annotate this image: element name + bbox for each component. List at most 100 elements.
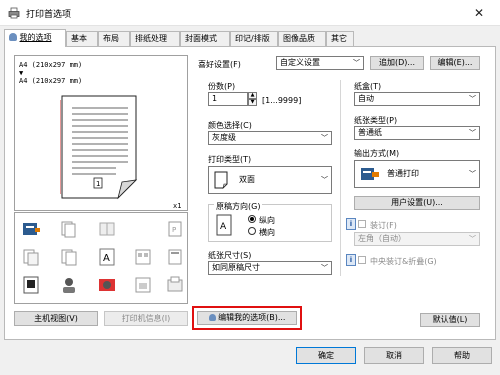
spin-down-icon[interactable]: ▼ (248, 99, 257, 106)
main-view-label: 主机视图(V) (34, 314, 78, 323)
printer-output-icon (23, 223, 40, 235)
tray-value: 自动 (358, 94, 374, 103)
tab-label: 封面模式 (185, 34, 217, 43)
paper-type-select[interactable]: 普通纸 ﹀ (354, 126, 480, 140)
portrait-radio[interactable] (248, 215, 256, 223)
chevron-down-icon: ﹀ (469, 235, 476, 243)
binding-select[interactable]: 左角（自动） ﹀ (354, 232, 480, 246)
edit-favorite-button[interactable]: 编辑(E)... (430, 56, 480, 70)
paper-size-value: 如同原稿尺寸 (212, 263, 260, 272)
edit-my-options-button[interactable]: 编辑我的选项(B)... (197, 311, 297, 325)
column-divider (340, 80, 341, 276)
user-settings-button[interactable]: 用户设置(U)... (354, 196, 480, 210)
info-icon: i (346, 254, 356, 266)
edit-my-options-label: 编辑我的选项(B)... (218, 313, 286, 322)
tab-label: 我的选项 (19, 33, 52, 42)
help-label: 帮助 (454, 351, 470, 360)
color-image-icon (23, 276, 39, 294)
chevron-down-icon: ﹀ (353, 59, 360, 67)
tab-label: 其它 (331, 34, 347, 43)
cancel-button[interactable]: 取消 (364, 347, 424, 364)
binding-checkbox[interactable] (358, 220, 366, 228)
tab-label: 布局 (103, 34, 119, 43)
print-type-label: 打印类型(T) (208, 155, 252, 164)
favorite-label: 喜好设置(F) (198, 60, 241, 69)
help-button[interactable]: 帮助 (432, 347, 492, 364)
user-auth-icon (63, 278, 75, 293)
svg-text:A: A (220, 222, 227, 232)
svg-text:A: A (103, 253, 110, 264)
add-favorite-button[interactable]: 追加(D)... (370, 56, 424, 70)
layout-icon (135, 249, 151, 265)
tab-finishing[interactable]: 排纸处理 (130, 31, 180, 46)
duplex-page-icon (214, 171, 228, 189)
paper-type-value: 普通纸 (358, 128, 382, 137)
binding-value: 左角（自动） (358, 234, 406, 243)
print-type-select[interactable]: 双面 ﹀ (208, 166, 332, 194)
fold-label: 中央装订&折叠(G) (370, 257, 437, 266)
tab-basic[interactable]: 基本 (66, 31, 98, 46)
chevron-down-icon: ﹀ (321, 176, 328, 184)
printer-info-button[interactable]: 打印机信息(I) (104, 311, 188, 326)
user-icon (208, 314, 216, 321)
window-title: 打印首选项 (26, 10, 72, 20)
color-select[interactable]: 灰度级 ﹀ (208, 131, 332, 145)
info-icon: i (346, 218, 356, 230)
chevron-down-icon: ﹀ (469, 129, 476, 137)
color-label: 颜色选择(C) (208, 121, 252, 130)
page-preview: A4 (210x297 mm) ▼ A4 (210x297 mm) 1 x1 (14, 55, 188, 211)
tab-stamp[interactable]: 印记/排版 (230, 31, 278, 46)
chevron-down-icon: ﹀ (469, 95, 476, 103)
color-value: 灰度级 (212, 133, 236, 142)
user-icon (9, 33, 17, 41)
paper-size-select[interactable]: 如同原稿尺寸 ﹀ (208, 261, 332, 275)
chevron-down-icon: ﹀ (321, 264, 328, 272)
tray-select[interactable]: 自动 ﹀ (354, 92, 480, 106)
favorite-select[interactable]: 自定义设置 ﹀ (276, 56, 364, 70)
cancel-label: 取消 (386, 351, 402, 360)
portrait-label: 纵向 (259, 216, 275, 225)
landscape-label: 横向 (259, 228, 275, 237)
fold-checkbox[interactable] (358, 256, 366, 264)
copies-range: [1...9999] (262, 96, 302, 105)
tray-label: 纸盒(T) (354, 82, 382, 91)
ok-label: 确定 (318, 351, 334, 360)
tab-quality[interactable]: 图像品质 (278, 31, 326, 46)
arrow-down-icon: ▼ (19, 69, 24, 77)
paper-size-label: 纸张尺寸(S) (208, 251, 252, 260)
document-preview-icon: 1 (60, 95, 138, 200)
tab-other[interactable]: 其它 (326, 31, 354, 46)
tab-label: 印记/排版 (235, 34, 270, 43)
spin-up-icon[interactable]: ▲ (248, 92, 257, 99)
output-label: 输出方式(M) (354, 149, 400, 158)
favorite-value: 自定义设置 (280, 58, 320, 67)
printer-icon (8, 7, 20, 19)
close-icon[interactable]: ✕ (466, 4, 492, 22)
chevron-down-icon: ﹀ (321, 134, 328, 142)
add-favorite-label: 追加(D)... (378, 58, 416, 67)
pages-icon (61, 221, 76, 238)
secure-print-icon (135, 277, 151, 293)
orientation-label: 原稿方向(G) (214, 201, 263, 212)
copies-value: 1 (212, 94, 218, 103)
printer-info-label: 打印机信息(I) (121, 314, 171, 323)
svg-text:1: 1 (96, 180, 100, 188)
tab-label: 排纸处理 (135, 34, 167, 43)
output-size-label: A4 (210x297 mm) (19, 77, 83, 85)
duplex-icon (61, 249, 77, 266)
text-a-icon: A (99, 248, 115, 266)
landscape-radio[interactable] (248, 227, 256, 235)
chevron-down-icon: ﹀ (469, 170, 476, 178)
copies-input[interactable]: 1 (208, 92, 248, 106)
tab-my-options[interactable]: 我的选项 (4, 29, 66, 47)
tab-layout[interactable]: 布局 (98, 31, 130, 46)
tab-cover-mode[interactable]: 封面模式 (180, 31, 230, 46)
edit-favorite-label: 编辑(E)... (437, 58, 473, 67)
ok-button[interactable]: 确定 (296, 347, 356, 364)
stamp-icon: P (168, 221, 182, 237)
tab-label: 图像品质 (283, 34, 315, 43)
binding-label: 装订(F) (370, 221, 397, 230)
defaults-button[interactable]: 默认值(L) (420, 313, 480, 327)
main-view-button[interactable]: 主机视图(V) (14, 311, 98, 326)
output-select[interactable]: 普通打印 ﹀ (354, 160, 480, 188)
